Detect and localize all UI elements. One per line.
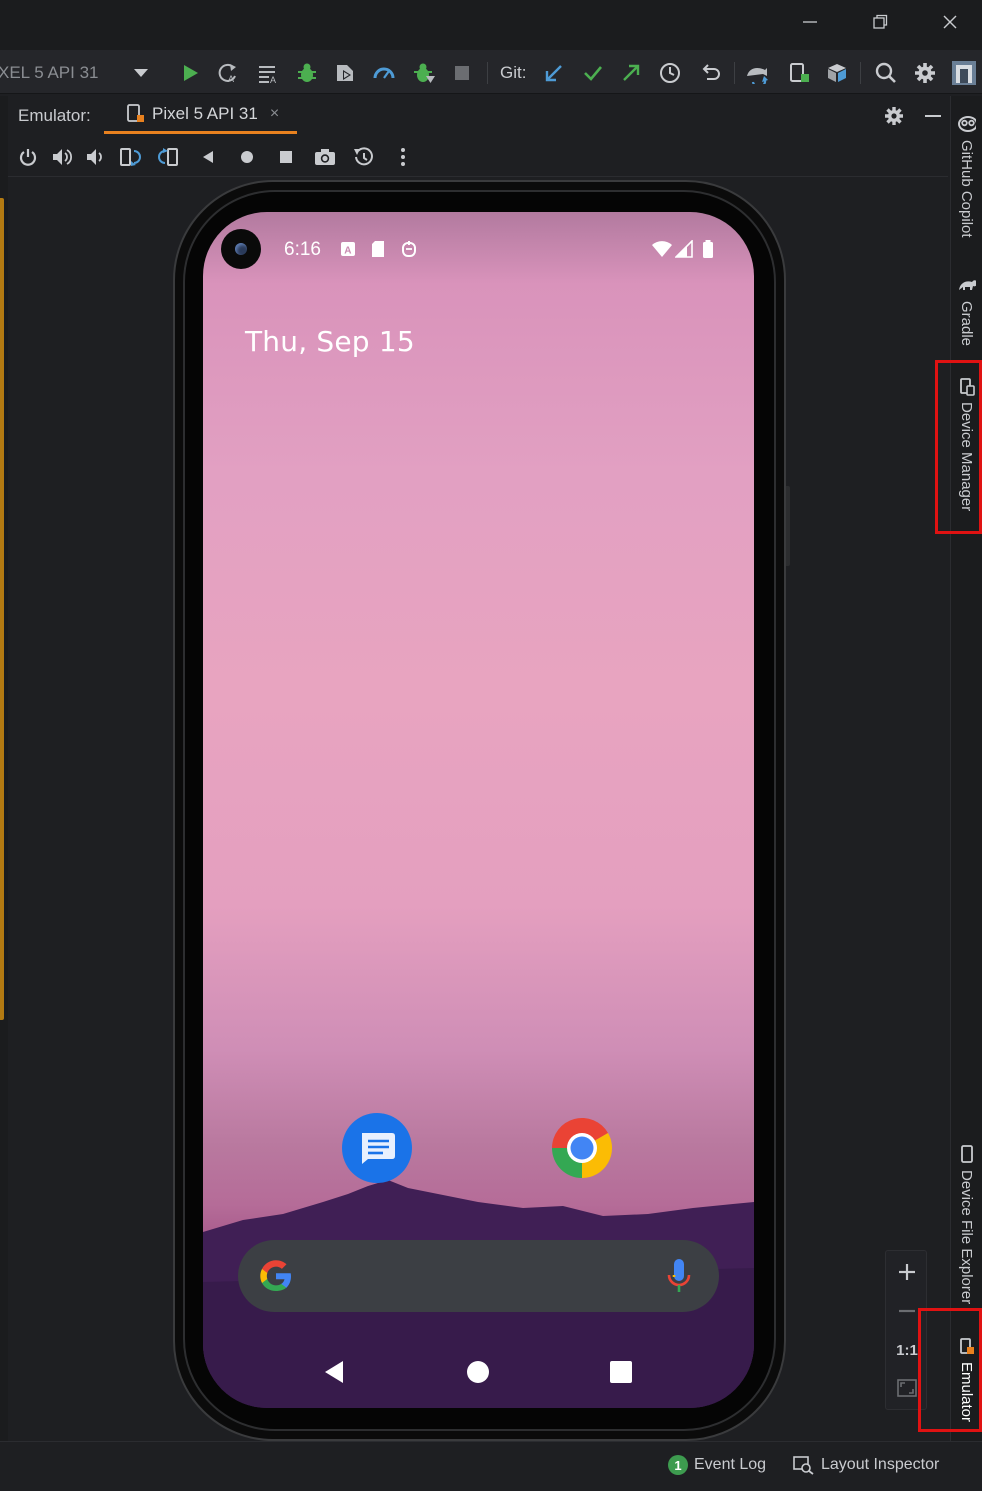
wifi-icon — [651, 240, 673, 258]
rotate-right-icon[interactable] — [157, 145, 181, 169]
nav-home-icon[interactable] — [456, 1350, 500, 1394]
event-log-label: Event Log — [694, 1456, 767, 1473]
status-time: 6:16 — [284, 239, 321, 260]
google-search-bar[interactable] — [238, 1240, 719, 1312]
hide-panel-icon[interactable] — [921, 104, 945, 128]
back-icon[interactable] — [196, 145, 220, 169]
restore-icon[interactable] — [866, 8, 894, 36]
toolbar-separator — [734, 62, 735, 84]
chevron-down-icon — [134, 69, 148, 77]
run-icon[interactable] — [177, 60, 203, 86]
github-copilot-tool-button[interactable]: GitHub Copilot — [950, 110, 982, 250]
svg-text:A: A — [228, 74, 234, 84]
sd-card-icon — [370, 240, 386, 258]
screenshot-icon[interactable] — [313, 145, 337, 169]
front-camera — [221, 229, 261, 269]
gradle-icon — [958, 276, 976, 294]
layout-inspector-button[interactable]: Layout Inspector — [793, 1452, 939, 1478]
rotate-left-icon[interactable] — [118, 145, 142, 169]
title-bar — [0, 0, 982, 50]
run-configuration-select[interactable]: XEL 5 API 31 — [0, 54, 160, 92]
overview-icon[interactable] — [274, 145, 298, 169]
google-logo-icon — [260, 1260, 291, 1291]
minimize-icon[interactable] — [796, 8, 824, 36]
git-label: Git: — [500, 63, 527, 82]
layout-inspector-label: Layout Inspector — [821, 1456, 940, 1473]
security-icon — [401, 240, 417, 258]
gradle-tool-button[interactable]: Gradle — [950, 276, 982, 352]
emulator-title: Emulator: — [18, 106, 91, 125]
close-icon[interactable] — [936, 8, 964, 36]
device-file-explorer-tool-button[interactable]: Device File Explorer — [950, 1140, 982, 1310]
attach-debugger-icon[interactable] — [411, 60, 437, 86]
git-push-icon[interactable] — [618, 60, 644, 86]
chrome-icon[interactable] — [547, 1113, 617, 1183]
tab-label: Pixel 5 API 31 — [152, 103, 258, 123]
main-toolbar: XEL 5 API 31 A A Git: — [0, 50, 982, 94]
apply-changes-icon[interactable]: A — [215, 60, 241, 86]
power-icon[interactable] — [16, 145, 40, 169]
device-icon — [127, 103, 144, 122]
toolbar-separator — [860, 62, 861, 84]
nav-back-icon[interactable] — [312, 1350, 356, 1394]
event-log-button[interactable]: 1 Event Log — [668, 1452, 766, 1478]
profile-icon[interactable] — [371, 60, 397, 86]
zoom-in-button[interactable] — [892, 1257, 922, 1287]
emulator-settings-icon[interactable] — [882, 104, 906, 128]
git-history-icon[interactable] — [657, 60, 683, 86]
notification-a-icon: A — [340, 240, 356, 258]
avatar[interactable] — [951, 60, 977, 86]
phone-side-button[interactable] — [786, 486, 790, 566]
git-rollback-icon[interactable] — [697, 60, 723, 86]
device-file-explorer-icon — [958, 1145, 976, 1163]
cell-signal-icon — [675, 240, 693, 258]
phone-screen[interactable]: 6:16 A Thu, Sep 15 — [203, 212, 754, 1408]
navigation-bar — [203, 1342, 754, 1402]
copilot-icon — [958, 114, 976, 132]
mic-icon[interactable] — [666, 1257, 692, 1295]
bottom-status-bar: 1 Event Log Layout Inspector — [0, 1441, 982, 1491]
coverage-icon[interactable] — [332, 60, 358, 86]
device-manager-icon[interactable] — [786, 60, 812, 86]
svg-text:A: A — [344, 246, 351, 257]
run-configuration-label: XEL 5 API 31 — [0, 63, 99, 82]
gradle-label: Gradle — [958, 301, 975, 347]
apply-code-changes-icon[interactable]: A — [255, 60, 281, 86]
copilot-label: GitHub Copilot — [958, 140, 975, 238]
volume-down-icon[interactable] — [83, 145, 107, 169]
git-commit-icon[interactable] — [580, 60, 606, 86]
layout-inspector-icon — [793, 1456, 814, 1475]
left-panel-scrollbar[interactable] — [0, 198, 4, 1020]
highlight-emulator — [918, 1308, 982, 1432]
debug-icon[interactable] — [294, 60, 320, 86]
snapshot-icon[interactable] — [352, 145, 376, 169]
battery-icon — [702, 240, 714, 258]
date-widget[interactable]: Thu, Sep 15 — [245, 325, 415, 358]
sync-gradle-icon[interactable] — [745, 60, 771, 86]
device-file-explorer-label: Device File Explorer — [958, 1170, 975, 1305]
more-icon[interactable] — [391, 145, 415, 169]
git-update-icon[interactable] — [541, 60, 567, 86]
event-log-badge: 1 — [668, 1455, 688, 1475]
svg-text:A: A — [270, 75, 276, 84]
stop-icon[interactable] — [449, 60, 475, 86]
toolbar-separator — [487, 62, 488, 84]
messages-icon[interactable] — [342, 1113, 412, 1183]
tab-close-icon[interactable]: × — [270, 105, 279, 123]
volume-up-icon[interactable] — [50, 145, 74, 169]
tab-pixel-5-api-31[interactable]: Pixel 5 API 31 × — [104, 96, 297, 134]
sdk-manager-icon[interactable] — [824, 60, 850, 86]
search-icon[interactable] — [873, 60, 899, 86]
emulator-controls — [8, 137, 948, 177]
settings-icon[interactable] — [912, 60, 938, 86]
emulator-tool-window-header: Emulator: Pixel 5 API 31 × — [8, 96, 948, 136]
highlight-device-manager — [935, 360, 982, 534]
nav-overview-icon[interactable] — [599, 1350, 643, 1394]
home-icon[interactable] — [235, 145, 259, 169]
